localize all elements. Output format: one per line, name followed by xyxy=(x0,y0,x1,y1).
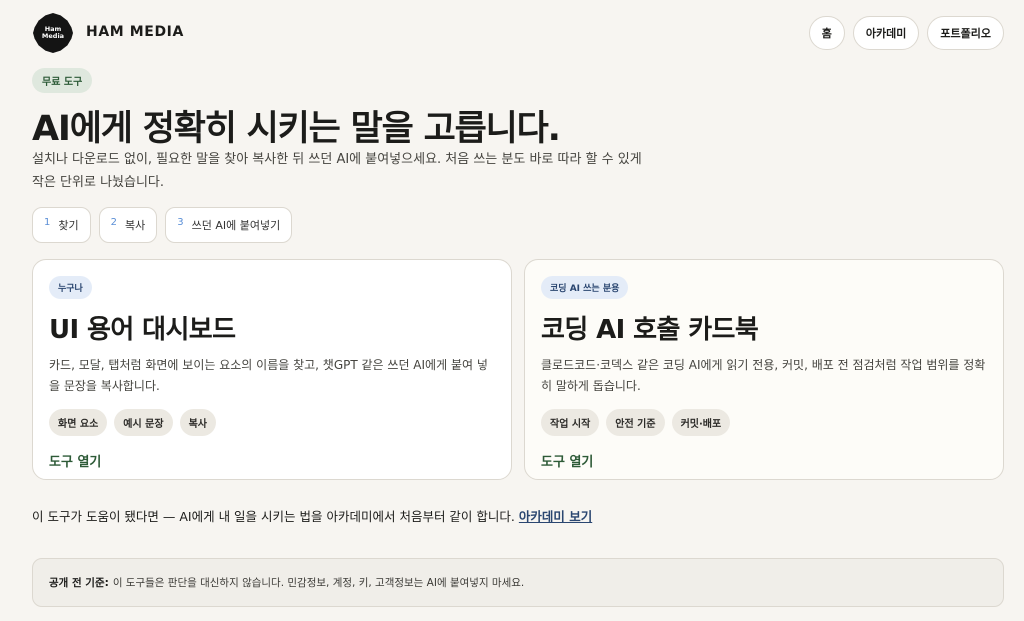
open-tool-link[interactable]: 도구 열기 xyxy=(541,451,987,470)
nav-portfolio-button[interactable]: 포트폴리오 xyxy=(927,16,1004,50)
main-nav: 홈 아카데미 포트폴리오 xyxy=(808,16,1004,50)
step-label: 찾기 xyxy=(58,219,79,232)
free-tools-badge: 무료 도구 xyxy=(32,68,93,93)
tag: 예시 문장 xyxy=(114,409,173,436)
audience-chip: 코딩 AI 쓰는 분용 xyxy=(541,276,629,299)
steps-list: 1 찾기 2 복사 3 쓰던 AI에 붙여넣기 xyxy=(32,207,293,243)
card-description: 카드, 모달, 탭처럼 화면에 보이는 요소의 이름을 찾고, 챗GPT 같은 … xyxy=(49,358,488,393)
notice-box: 공개 전 기준: 이 도구들은 판단을 대신하지 않습니다. 민감정보, 계정,… xyxy=(32,558,1004,607)
notice-text: 이 도구들은 판단을 대신하지 않습니다. 민감정보, 계정, 키, 고객정보는… xyxy=(112,577,525,589)
step-number: 2 xyxy=(110,216,117,228)
step-number: 3 xyxy=(177,216,184,228)
academy-link[interactable]: 아카데미 보기 xyxy=(519,509,592,524)
card-tags: 화면 요소 예시 문장 복사 xyxy=(49,409,495,436)
page-description: 설치나 다운로드 없이, 필요한 말을 찾아 복사한 뒤 쓰던 AI에 붙여넣으… xyxy=(32,152,642,190)
ham-media-logo[interactable]: Ham Media xyxy=(33,13,73,53)
open-tool-link[interactable]: 도구 열기 xyxy=(49,451,495,470)
brand-name[interactable]: HAM MEDIA xyxy=(86,24,184,40)
step-number: 1 xyxy=(44,216,51,228)
card-title: UI 용어 대시보드 xyxy=(49,315,236,345)
notice-label: 공개 전 기준: xyxy=(49,577,109,589)
tool-card-coding-ai[interactable]: 코딩 AI 쓰는 분용 코딩 AI 호출 카드북 클로드코드·코덱스 같은 코딩… xyxy=(524,259,1004,480)
tag: 작업 시작 xyxy=(541,409,600,436)
step-paste: 3 쓰던 AI에 붙여넣기 xyxy=(165,207,293,243)
card-tags: 작업 시작 안전 기준 커밋·배포 xyxy=(541,409,987,436)
card-title: 코딩 AI 호출 카드북 xyxy=(541,315,759,345)
step-copy: 2 복사 xyxy=(98,207,158,243)
academy-promo: 이 도구가 도움이 됐다면 — AI에게 내 일을 시키는 법을 아카데미에서 … xyxy=(32,506,592,525)
audience-chip: 누구나 xyxy=(49,276,92,299)
academy-promo-text: 이 도구가 도움이 됐다면 — AI에게 내 일을 시키는 법을 아카데미에서 … xyxy=(32,509,515,524)
tag: 화면 요소 xyxy=(49,409,108,436)
tag: 복사 xyxy=(179,409,216,436)
nav-home-button[interactable]: 홈 xyxy=(808,16,845,50)
tag: 커밋·배포 xyxy=(671,409,731,436)
tag: 안전 기준 xyxy=(606,409,665,436)
step-label: 쓰던 AI에 붙여넣기 xyxy=(191,219,281,232)
logo-text: Ham Media xyxy=(41,25,65,40)
card-description: 클로드코드·코덱스 같은 코딩 AI에게 읽기 전용, 커밋, 배포 전 점검처… xyxy=(541,358,986,393)
step-find: 1 찾기 xyxy=(32,207,91,243)
tool-card-ui-terms[interactable]: 누구나 UI 용어 대시보드 카드, 모달, 탭처럼 화면에 보이는 요소의 이… xyxy=(32,259,512,480)
page-title: AI에게 정확히 시키는 말을 고릅니다. xyxy=(32,109,561,149)
site-header: Ham Media HAM MEDIA 홈 아카데미 포트폴리오 xyxy=(0,0,1024,66)
nav-academy-button[interactable]: 아카데미 xyxy=(852,16,920,50)
step-label: 복사 xyxy=(125,219,146,232)
